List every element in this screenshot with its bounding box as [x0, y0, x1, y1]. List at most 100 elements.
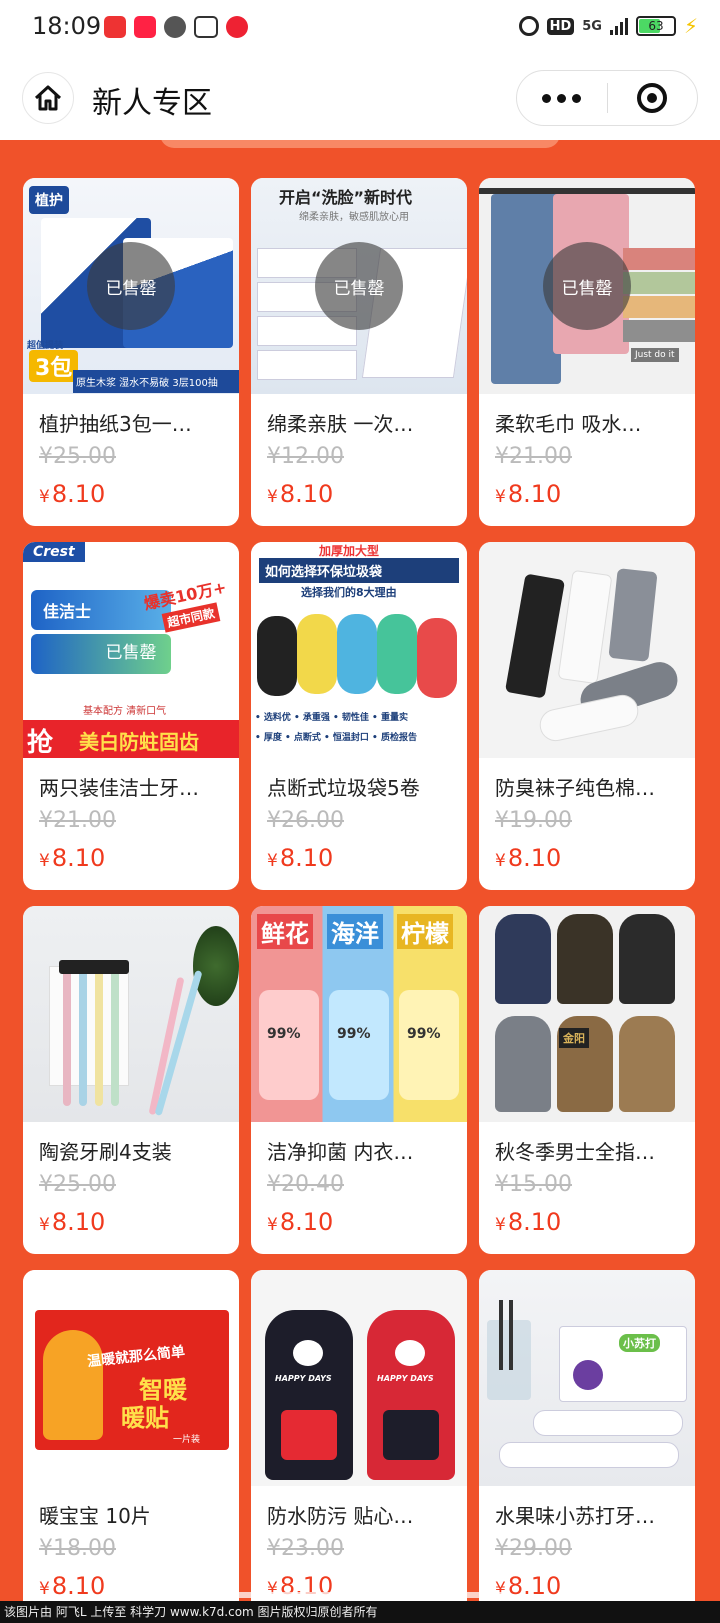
scent-2: 海洋 [327, 914, 383, 949]
towel-tag: Just do it [631, 348, 679, 362]
product-title: 暖宝宝 10片 [39, 1504, 151, 1528]
gesture-bar[interactable] [212, 1592, 508, 1598]
reason-row-1: • 选料优 • 承重强 • 韧性佳 • 重量实 [255, 713, 408, 723]
currency-symbol: ¥ [495, 1215, 506, 1235]
product-card[interactable]: 金阳 秋冬季男士全指… ¥15.00 ¥8.10 [479, 906, 695, 1254]
price-value: 8.10 [507, 844, 562, 872]
price-value: 8.10 [279, 844, 334, 872]
product-image-gloves: 金阳 [479, 906, 695, 1122]
sale-price: ¥8.10 [39, 844, 105, 872]
product-grid: 植护 超值提装 3包 原生木浆 湿水不易破 3层100抽 已售罄 植护抽纸3包一… [23, 178, 695, 1618]
price-value: 8.10 [279, 1208, 334, 1236]
product-image-toothbrush [23, 906, 239, 1122]
network-label: 5G [582, 18, 602, 34]
price-value: 8.10 [51, 480, 106, 508]
product-card[interactable]: 小苏打 水果味小苏打牙… ¥29.00 ¥8.10 [479, 1270, 695, 1618]
close-button[interactable] [608, 71, 698, 125]
app-notification-icon [226, 16, 248, 38]
image-banner: 原生木浆 湿水不易破 3层100抽 [73, 370, 239, 393]
target-close-icon [637, 83, 668, 113]
image-banner: 美白防蛀固齿 [79, 730, 199, 754]
charging-icon: ⚡ [683, 14, 698, 38]
currency-symbol: ¥ [495, 851, 506, 871]
original-price: ¥21.00 [495, 444, 572, 469]
product-card[interactable]: 陶瓷牙刷4支装 ¥25.00 ¥8.10 [23, 906, 239, 1254]
currency-symbol: ¥ [39, 487, 50, 507]
scent-3: 柠檬 [397, 914, 453, 949]
image-header: 如何选择环保垃圾袋 [259, 558, 459, 583]
original-price: ¥25.00 [39, 444, 116, 469]
price-value: 8.10 [279, 480, 334, 508]
image-top-label: 加厚加大型 [319, 544, 380, 558]
brand-logo: Crest [23, 542, 85, 562]
product-image-toothpaste: Crest 佳洁士 爆卖10万+ 超市同款 基本配方 清新口气 抢 美白防蛀固齿… [23, 542, 239, 758]
brand-label: 植护 [29, 186, 69, 214]
product-image-socks [479, 542, 695, 758]
battery-icon: 63 [635, 16, 676, 36]
more-button[interactable] [517, 71, 607, 125]
product-title: 陶瓷牙刷4支装 [39, 1140, 172, 1164]
price-value: 8.10 [507, 480, 562, 508]
efficacy-2: 99% [337, 1026, 371, 1042]
currency-symbol: ¥ [267, 1215, 278, 1235]
product-card[interactable]: HAPPY DAYS HAPPY DAYS 防水防污 贴心… ¥23.00 ¥8… [251, 1270, 467, 1618]
currency-symbol: ¥ [39, 1579, 50, 1599]
price-value: 8.10 [51, 1208, 106, 1236]
more-dots-icon [542, 93, 582, 103]
sale-price: ¥8.10 [39, 1208, 105, 1236]
efficacy-1: 99% [267, 1026, 301, 1042]
watermark-footer: 该图片由 阿飞L 上传至 科学刀 www.k7d.com 图片版权归原创者所有 [0, 1601, 720, 1623]
app-notification-icon [104, 16, 126, 38]
product-title: 水果味小苏打牙… [495, 1504, 655, 1528]
original-price: ¥29.00 [495, 1536, 572, 1561]
product-card[interactable]: Just do it 已售罄 柔软毛巾 吸水… ¥21.00 ¥8.10 [479, 178, 695, 526]
mini-program-capsule [516, 70, 698, 126]
currency-symbol: ¥ [267, 851, 278, 871]
product-title: 洁净抑菌 内衣… [267, 1140, 414, 1164]
product-card[interactable]: 防臭袜子纯色棉… ¥19.00 ¥8.10 [479, 542, 695, 890]
product-card[interactable]: 加厚加大型 如何选择环保垃圾袋 选择我们的8大理由 • 选料优 • 承重强 • … [251, 542, 467, 890]
product-image-bath-towel: Just do it 已售罄 [479, 178, 695, 394]
product-title: 防臭袜子纯色棉… [495, 776, 655, 800]
alarm-icon [518, 16, 539, 36]
currency-symbol: ¥ [39, 1215, 50, 1235]
product-card[interactable]: 植护 超值提装 3包 原生木浆 湿水不易破 3层100抽 已售罄 植护抽纸3包一… [23, 178, 239, 526]
heat-pad-tag: 一片装 [173, 1435, 201, 1445]
status-time: 18:09 [32, 12, 102, 40]
price-value: 8.10 [51, 1572, 106, 1600]
sold-out-badge: 已售罄 [543, 242, 631, 330]
product-card[interactable]: Crest 佳洁士 爆卖10万+ 超市同款 基本配方 清新口气 抢 美白防蛀固齿… [23, 542, 239, 890]
sold-out-badge: 已售罄 [315, 242, 403, 330]
sale-price: ¥8.10 [39, 1572, 105, 1600]
original-price: ¥15.00 [495, 1172, 572, 1197]
product-title: 秋冬季男士全指… [495, 1140, 655, 1164]
sale-price: ¥8.10 [267, 844, 333, 872]
original-price: ¥19.00 [495, 808, 572, 833]
banner-left: 抢 [27, 728, 54, 758]
scent-1: 鲜花 [257, 914, 313, 949]
original-price: ¥23.00 [267, 1536, 344, 1561]
price-value: 8.10 [507, 1208, 562, 1236]
efficacy-3: 99% [407, 1026, 441, 1042]
product-image-baking-soda-toothpaste: 小苏打 [479, 1270, 695, 1486]
product-image-face-towel: 开启“洗脸”新时代 绵柔亲肤，敏感肌放心用 已售罄 [251, 178, 467, 394]
hd-badge: HD [546, 17, 575, 35]
original-price: ¥20.40 [267, 1172, 344, 1197]
sale-price: ¥8.10 [495, 1208, 561, 1236]
product-title: 防水防污 贴心… [267, 1504, 414, 1528]
apron-print-2: HAPPY DAYS [377, 1374, 434, 1383]
product-card[interactable]: 开启“洗脸”新时代 绵柔亲肤，敏感肌放心用 已售罄 绵柔亲肤 一次… ¥12.0… [251, 178, 467, 526]
heat-pad-line-3: 暖贴 [121, 1404, 169, 1432]
battery-level: 63 [648, 19, 664, 33]
product-card[interactable]: 温暖就那么简单 智暖 暖贴 一片装 暖宝宝 10片 ¥18.00 ¥8.10 [23, 1270, 239, 1618]
currency-symbol: ¥ [495, 487, 506, 507]
apron-print-1: HAPPY DAYS [275, 1374, 332, 1383]
image-sub: 选择我们的8大理由 [301, 586, 397, 599]
product-title: 绵柔亲肤 一次… [267, 412, 414, 436]
product-image-tissue: 植护 超值提装 3包 原生木浆 湿水不易破 3层100抽 已售罄 [23, 178, 239, 394]
home-button[interactable] [22, 72, 74, 124]
product-card[interactable]: 鲜花 海洋 柠檬 99% 99% 99% 洁净抑菌 内衣… ¥20.40 ¥8.… [251, 906, 467, 1254]
sale-price: ¥8.10 [267, 1208, 333, 1236]
reason-row-2: • 厚度 • 点断式 • 恒温封口 • 质检报告 [255, 733, 417, 743]
product-image-apron: HAPPY DAYS HAPPY DAYS [251, 1270, 467, 1486]
